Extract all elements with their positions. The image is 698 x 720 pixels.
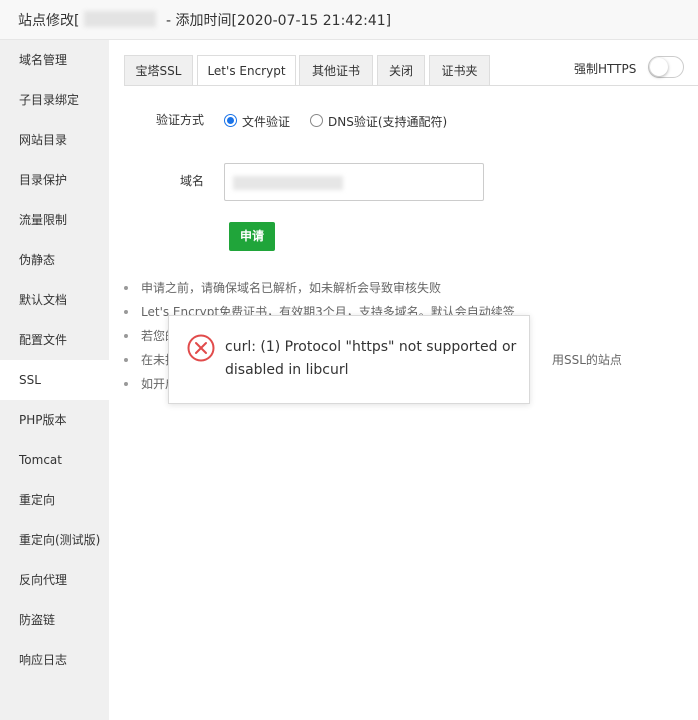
- sidebar-item-domain[interactable]: 域名管理: [0, 40, 109, 80]
- sidebar-item-default-doc[interactable]: 默认文档: [0, 280, 109, 320]
- error-toast: curl: (1) Protocol "https" not supported…: [168, 315, 530, 404]
- bullet-icon: [124, 358, 128, 362]
- sidebar-item-proxy[interactable]: 反向代理: [0, 560, 109, 600]
- dns-verify-label[interactable]: DNS验证(支持通配符): [328, 113, 447, 130]
- tab-lets-encrypt[interactable]: Let's Encrypt: [197, 55, 296, 86]
- sidebar: 域名管理 子目录绑定 网站目录 目录保护 流量限制 伪静态 默认文档 配置文件 …: [0, 40, 109, 720]
- window-title-suffix: - 添加时间[2020-07-15 21:42:41]: [166, 13, 392, 29]
- sidebar-item-redirect[interactable]: 重定向: [0, 480, 109, 520]
- verify-method-label: 验证方式: [156, 113, 205, 127]
- bullet-icon: [124, 286, 128, 290]
- sidebar-item-tomcat[interactable]: Tomcat: [0, 440, 109, 480]
- force-https-toggle[interactable]: [648, 56, 684, 78]
- sidebar-item-site-dir[interactable]: 网站目录: [0, 120, 109, 160]
- error-message: curl: (1) Protocol "https" not supported…: [225, 339, 517, 378]
- toggle-knob: [650, 58, 668, 76]
- error-circle-icon: [187, 334, 215, 362]
- tab-bt-ssl[interactable]: 宝塔SSL: [124, 55, 193, 86]
- apply-button[interactable]: 申请: [229, 222, 275, 251]
- radio-dns-verify[interactable]: [310, 114, 323, 127]
- note-tail: 用SSL的站点: [552, 353, 622, 367]
- redacted-site-name: [84, 11, 156, 27]
- tab-divider: [124, 85, 698, 86]
- sidebar-item-hotlink[interactable]: 防盗链: [0, 600, 109, 640]
- bullet-icon: [124, 334, 128, 338]
- sidebar-item-ssl[interactable]: SSL: [0, 360, 109, 400]
- sidebar-item-redirect-beta[interactable]: 重定向(测试版): [0, 520, 109, 560]
- sidebar-item-rewrite[interactable]: 伪静态: [0, 240, 109, 280]
- tab-cert-folder[interactable]: 证书夹: [429, 55, 490, 86]
- radio-file-verify[interactable]: [224, 114, 237, 127]
- window-title-prefix: 站点修改[: [18, 13, 80, 29]
- domain-label: 域名: [180, 174, 205, 188]
- tab-close[interactable]: 关闭: [377, 55, 425, 86]
- sidebar-item-logs[interactable]: 响应日志: [0, 640, 109, 680]
- force-https-label: 强制HTTPS: [574, 62, 637, 76]
- sidebar-item-traffic[interactable]: 流量限制: [0, 200, 109, 240]
- bullet-icon: [124, 310, 128, 314]
- sidebar-item-dir-protect[interactable]: 目录保护: [0, 160, 109, 200]
- tab-other-cert[interactable]: 其他证书: [299, 55, 373, 86]
- list-item: 申请之前，请确保域名已解析，如未解析会导致审核失败: [124, 279, 684, 303]
- domain-field[interactable]: [224, 163, 484, 201]
- sidebar-item-subdir[interactable]: 子目录绑定: [0, 80, 109, 120]
- file-verify-label[interactable]: 文件验证: [242, 113, 290, 130]
- sidebar-item-php[interactable]: PHP版本: [0, 400, 109, 440]
- sidebar-item-config[interactable]: 配置文件: [0, 320, 109, 360]
- title-bar: 站点修改[ - 添加时间[2020-07-15 21:42:41]: [0, 0, 698, 40]
- bullet-icon: [124, 382, 128, 386]
- redacted-domain: [233, 176, 343, 190]
